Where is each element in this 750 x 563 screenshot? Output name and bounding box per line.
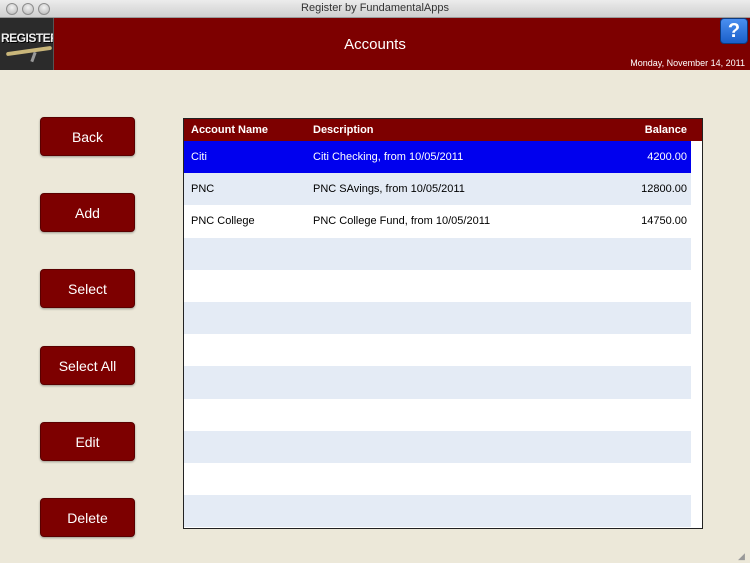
account-name-cell: Citi (191, 151, 207, 163)
table-row[interactable]: Citi Citi Checking, from 10/05/2011 4200.0… (184, 141, 691, 174)
table-row[interactable] (184, 301, 691, 335)
help-button[interactable]: ? (720, 18, 748, 44)
column-header-description[interactable]: Description (313, 124, 374, 136)
table-row[interactable] (184, 334, 691, 367)
current-date: Monday, November 14, 2011 (630, 58, 745, 68)
description-cell: PNC SAvings, from 10/05/2011 (313, 183, 465, 196)
select-button[interactable]: Select (40, 269, 135, 308)
description-cell: PNC College Fund, from 10/05/2011 (313, 215, 491, 228)
accounts-table: Account Name Description Balance Citi Cit… (183, 118, 703, 529)
table-row[interactable]: PNC College PNC College Fund, from 10/05/… (184, 205, 691, 238)
balance-cell: 14750.00 (641, 215, 687, 228)
column-header-balance[interactable]: Balance (645, 124, 687, 136)
delete-button[interactable]: Delete (40, 498, 135, 537)
table-row[interactable]: PNC PNC SAvings, from 10/05/2011 12800.00 (184, 173, 691, 206)
add-button[interactable]: Add (40, 193, 135, 232)
table-body: Citi Citi Checking, from 10/05/2011 4200.0… (184, 141, 691, 528)
description-cell: Citi Checking, from 10/05/2011 (313, 151, 464, 163)
resize-grip-icon[interactable]: ◢ (738, 551, 748, 561)
window-title: Register by FundamentalApps (301, 2, 449, 14)
table-row[interactable] (184, 495, 691, 528)
balance-cell: 12800.00 (641, 183, 687, 196)
table-header: Account Name Description Balance (184, 119, 702, 141)
table-row[interactable] (184, 269, 691, 302)
select-all-button[interactable]: Select All (40, 346, 135, 385)
account-name-cell: PNC College (191, 215, 255, 228)
window-titlebar: Register by FundamentalApps (0, 0, 750, 18)
app-header: REGISTER Accounts ? Monday, November 14,… (0, 18, 750, 70)
table-row[interactable] (184, 462, 691, 496)
edit-button[interactable]: Edit (40, 422, 135, 461)
table-row[interactable] (184, 237, 691, 270)
column-header-account-name[interactable]: Account Name (191, 124, 268, 136)
page-title: Accounts (344, 36, 406, 53)
table-row[interactable] (184, 366, 691, 399)
back-button[interactable]: Back (40, 117, 135, 156)
table-row[interactable] (184, 398, 691, 431)
account-name-cell: PNC (191, 183, 215, 196)
table-row[interactable] (184, 430, 691, 463)
balance-cell: 4200.00 (647, 151, 687, 163)
pen-tip-icon (30, 51, 37, 63)
